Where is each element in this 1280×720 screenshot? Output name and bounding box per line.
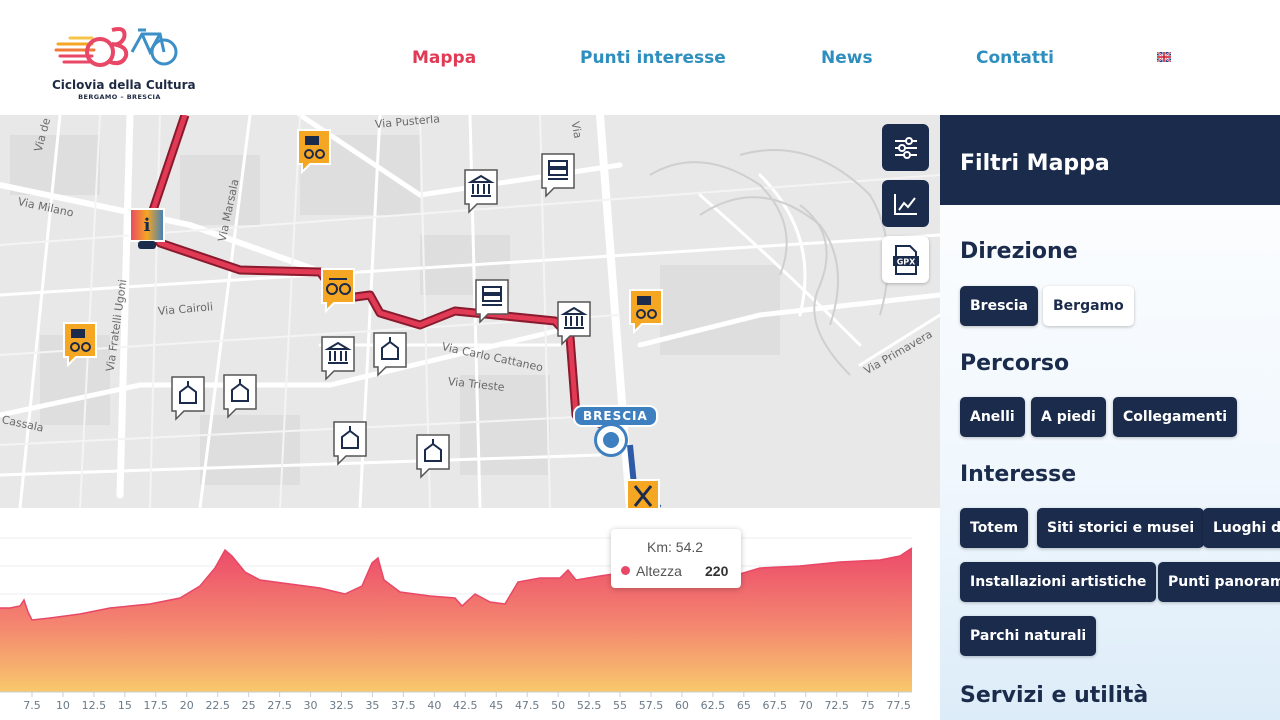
church-marker-icon[interactable] bbox=[372, 331, 408, 377]
x-tick-label: 62.5 bbox=[701, 699, 726, 712]
street-label-partial-right: Via bbox=[568, 120, 585, 140]
brand-name: Ciclovia della Cultura bbox=[52, 78, 196, 92]
x-tick-label: 10 bbox=[56, 699, 70, 712]
filter-chip-a-piedi[interactable]: A piedi bbox=[1031, 397, 1106, 437]
info-totem-marker-icon[interactable]: i bbox=[128, 207, 166, 251]
series-dot-icon bbox=[621, 566, 630, 575]
elevation-chart-svg: 7.5 10 12.5 15 17.5 20 22.5 25 27.5 30 32.5 35 37.5 4… bbox=[0, 537, 913, 712]
x-tick-label: 17.5 bbox=[144, 699, 169, 712]
nav-news[interactable]: News bbox=[821, 48, 873, 68]
gpx-label: GPX bbox=[896, 257, 915, 266]
gpx-file-icon: GPX bbox=[892, 244, 919, 275]
x-tick-label: 57.5 bbox=[639, 699, 664, 712]
x-tick-label: 70 bbox=[799, 699, 813, 712]
filter-chip-luoghi[interactable]: Luoghi di bbox=[1203, 508, 1280, 548]
x-tick-label: 32.5 bbox=[329, 699, 354, 712]
museum-marker-icon[interactable] bbox=[320, 335, 356, 381]
x-tick-label: 75 bbox=[861, 699, 875, 712]
bicycle-logo-icon bbox=[54, 27, 178, 67]
nav-contatti[interactable]: Contatti bbox=[976, 48, 1054, 68]
sliders-icon bbox=[894, 136, 917, 159]
filter-chip-totem[interactable]: Totem bbox=[960, 508, 1029, 548]
x-tick-label: 45 bbox=[489, 699, 503, 712]
filter-chip-punti-panoramici[interactable]: Punti panorami bbox=[1158, 562, 1280, 602]
museum-marker-icon[interactable] bbox=[463, 168, 499, 214]
theater-marker-icon[interactable] bbox=[474, 278, 510, 324]
city-label-brescia: BRESCIA bbox=[573, 405, 658, 427]
app-root: Ciclovia della Cultura BERGAMO – BRESCIA… bbox=[0, 0, 1280, 720]
x-tick-label: 42.5 bbox=[453, 699, 478, 712]
nav-mappa[interactable]: Mappa bbox=[412, 48, 476, 68]
x-tick-label: 15 bbox=[118, 699, 132, 712]
svg-text:i: i bbox=[144, 215, 151, 236]
repair-station-marker-icon[interactable] bbox=[625, 478, 661, 508]
filter-chip-collegamenti[interactable]: Collegamenti bbox=[1113, 397, 1237, 437]
elevation-profile-button[interactable] bbox=[882, 180, 929, 227]
bike-shop-marker-icon[interactable] bbox=[296, 128, 332, 174]
x-tick-label: 20 bbox=[180, 699, 194, 712]
church-marker-icon[interactable] bbox=[170, 375, 206, 421]
bike-rental-marker-icon[interactable] bbox=[320, 267, 356, 313]
sidebar-header: Filtri Mappa bbox=[940, 115, 1280, 205]
section-title-interesse: Interesse bbox=[960, 462, 1077, 487]
sidebar-title: Filtri Mappa bbox=[960, 151, 1110, 176]
line-chart-icon bbox=[893, 193, 917, 215]
elevation-chart[interactable]: 7.5 10 12.5 15 17.5 20 22.5 25 27.5 30 32.5 35 37.5 4… bbox=[0, 508, 940, 720]
x-tick-label: 55 bbox=[613, 699, 627, 712]
x-tick-label: 40 bbox=[427, 699, 441, 712]
brand-subtitle: BERGAMO – BRESCIA bbox=[78, 93, 161, 101]
section-title-direzione: Direzione bbox=[960, 239, 1078, 264]
x-tick-label: 35 bbox=[365, 699, 379, 712]
x-tick-label: 27.5 bbox=[267, 699, 292, 712]
gpx-download-button[interactable]: GPX bbox=[882, 236, 929, 283]
church-marker-icon[interactable] bbox=[415, 433, 451, 479]
site-header: Ciclovia della Cultura BERGAMO – BRESCIA… bbox=[0, 0, 1280, 115]
x-tick-label: 67.5 bbox=[763, 699, 788, 712]
brand-logo[interactable]: Ciclovia della Cultura BERGAMO – BRESCIA bbox=[52, 22, 196, 104]
theater-marker-icon[interactable] bbox=[540, 152, 576, 198]
x-tick-label: 65 bbox=[737, 699, 751, 712]
x-tick-label: 30 bbox=[304, 699, 318, 712]
section-title-servizi: Servizi e utilità bbox=[960, 683, 1149, 708]
x-tick-label: 47.5 bbox=[515, 699, 540, 712]
map-filters-button[interactable] bbox=[882, 124, 929, 171]
filter-chip-anelli[interactable]: Anelli bbox=[960, 397, 1025, 437]
map-view[interactable]: Via Pusterla Via Milano Via Marsala Via … bbox=[0, 115, 940, 508]
x-tick-label: 60 bbox=[675, 699, 689, 712]
filters-sidebar: Filtri Mappa Direzione Brescia Bergamo P… bbox=[940, 115, 1280, 720]
nav-punti-interesse[interactable]: Punti interesse bbox=[580, 48, 726, 68]
tooltip-series-label: Altezza bbox=[636, 563, 682, 579]
x-tick-label: 77.5 bbox=[886, 699, 911, 712]
filter-chip-brescia[interactable]: Brescia bbox=[960, 286, 1038, 326]
x-tick-label: 52.5 bbox=[577, 699, 602, 712]
bike-shop-marker-icon[interactable] bbox=[628, 288, 664, 334]
filter-chip-siti-storici[interactable]: Siti storici e musei bbox=[1037, 508, 1205, 548]
x-tick-label: 50 bbox=[551, 699, 565, 712]
x-tick-label: 37.5 bbox=[391, 699, 416, 712]
elevation-area bbox=[0, 548, 912, 692]
x-tick-label: 25 bbox=[242, 699, 256, 712]
filter-chip-installazioni[interactable]: Installazioni artistiche bbox=[960, 562, 1157, 602]
x-tick-label: 12.5 bbox=[82, 699, 107, 712]
x-tick-label: 7.5 bbox=[23, 699, 41, 712]
church-marker-icon[interactable] bbox=[332, 420, 368, 466]
x-tick-label: 72.5 bbox=[824, 699, 849, 712]
bike-shop-marker-icon[interactable] bbox=[62, 321, 98, 367]
filter-chip-parchi[interactable]: Parchi naturali bbox=[960, 616, 1097, 656]
church-marker-icon[interactable] bbox=[222, 373, 258, 419]
x-tick-label: 22.5 bbox=[205, 699, 230, 712]
tooltip-value: 220 bbox=[705, 563, 729, 579]
uk-flag-icon[interactable] bbox=[1157, 52, 1171, 62]
current-position-marker[interactable] bbox=[597, 426, 625, 454]
museum-marker-icon[interactable] bbox=[556, 300, 592, 346]
filter-chip-bergamo[interactable]: Bergamo bbox=[1043, 286, 1134, 326]
tooltip-km: Km: 54.2 bbox=[647, 539, 704, 555]
section-title-percorso: Percorso bbox=[960, 351, 1070, 376]
elevation-tooltip: Km: 54.2 Altezza 220 bbox=[611, 529, 741, 588]
